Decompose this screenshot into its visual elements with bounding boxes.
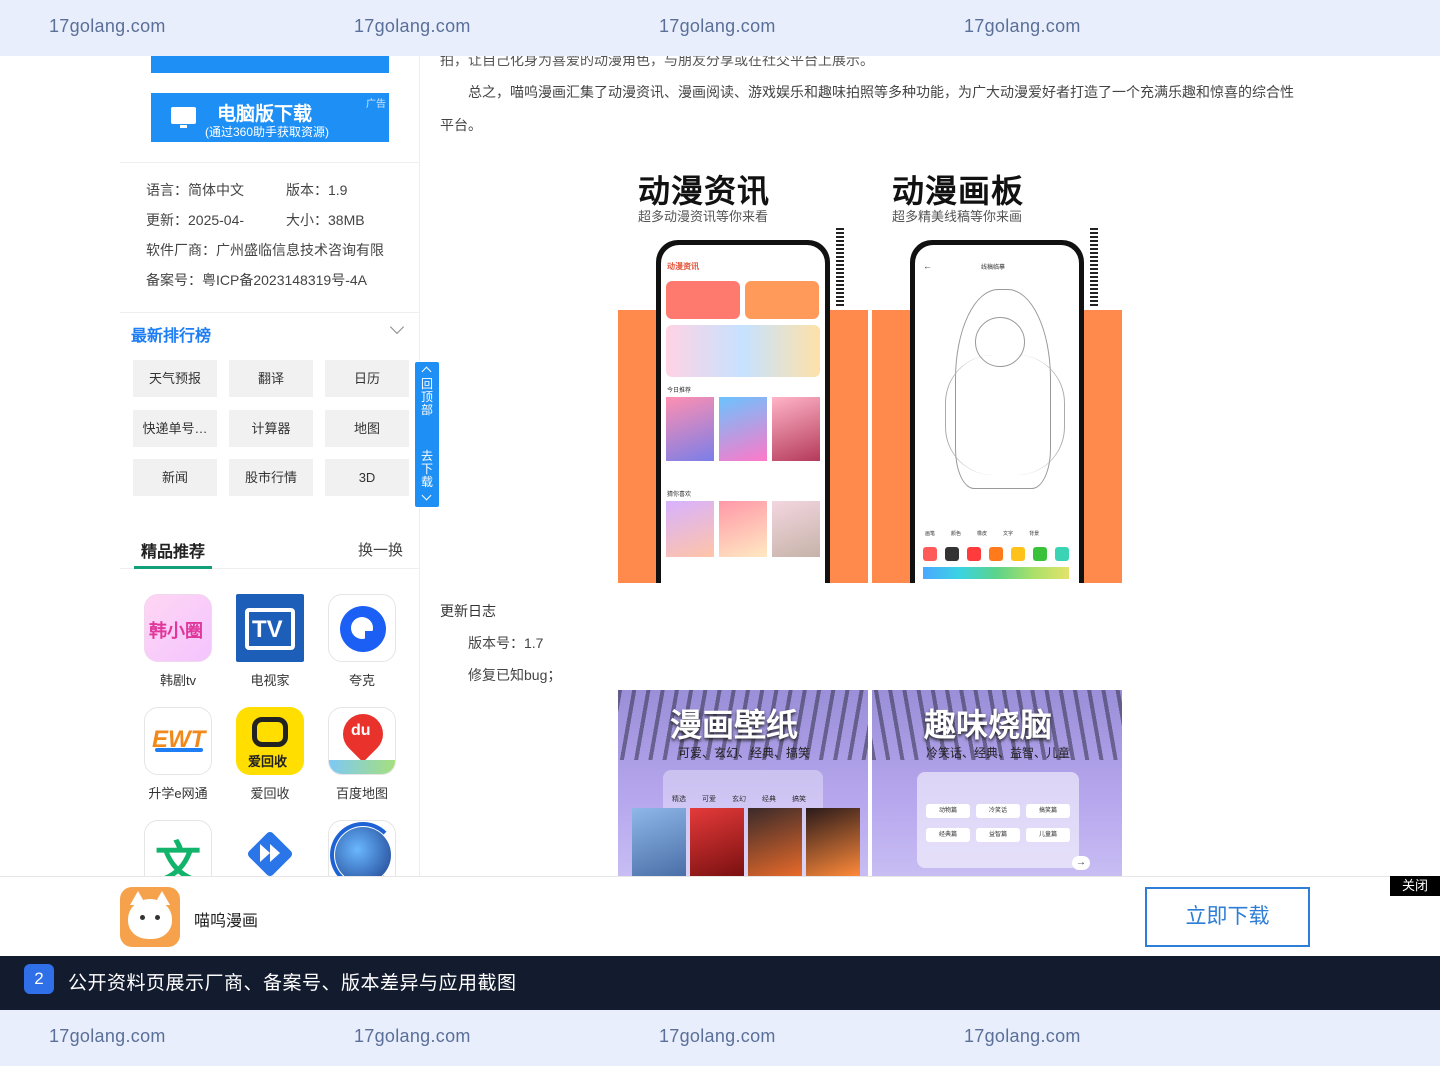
app-name: 电视家 (250, 673, 290, 688)
changelog-version: 版本号：1.7 (468, 635, 544, 651)
chevron-down-icon (421, 490, 432, 501)
divider (120, 162, 419, 163)
tv-icon: TV (236, 594, 304, 662)
caption-number: 2 (24, 964, 54, 994)
summary-paragraph: 总之，喵呜漫画汇集了动漫资讯、漫画阅读、游戏娱乐和趣味拍照等多种功能，为广大动漫… (468, 84, 1294, 100)
bottom-download-bar: 喵呜漫画 立即下载 (0, 876, 1440, 956)
monitor-icon (171, 107, 196, 128)
hanxiaoquan-icon: 韩小圈 (144, 594, 212, 662)
watermark-text: 17golang.com (354, 1026, 471, 1046)
watermark-text: 17golang.com (659, 16, 776, 36)
download-now-button[interactable]: 立即下载 (1145, 887, 1310, 947)
ranking-tag[interactable]: 3D (325, 459, 409, 496)
ranking-tag[interactable]: 日历 (325, 360, 409, 397)
ewt-icon: EWT (144, 707, 212, 775)
ranking-tag[interactable]: 计算器 (229, 410, 313, 447)
caption-text: 公开资料页展示厂商、备案号、版本差异与应用截图 (68, 973, 517, 994)
app-item[interactable]: 文 (138, 820, 218, 876)
watermark-text: 17golang.com (49, 1026, 166, 1046)
app-item[interactable]: TV 电视家 (230, 594, 310, 689)
globe-icon (328, 820, 396, 876)
ranking-title: 最新排行榜 (131, 328, 212, 345)
info-version: 版本：1.9 (286, 182, 348, 198)
app-name: 爱回收 (250, 786, 290, 801)
ranking-tag[interactable]: 股市行情 (229, 459, 313, 496)
back-to-top-label[interactable]: 回顶部 (421, 378, 433, 417)
chevron-down-icon[interactable] (389, 319, 405, 335)
chevron-up-icon (421, 366, 432, 377)
featured-title[interactable]: 精品推荐 (141, 538, 205, 562)
go-download-label[interactable]: 去下载 (421, 450, 433, 489)
app-item[interactable]: du 百度地图 (322, 707, 402, 802)
aihuishou-icon: 爱回收 (236, 707, 304, 775)
active-tab-underline (134, 566, 212, 569)
app-name: 喵呜漫画 (194, 913, 259, 930)
ad-label: 广告 (366, 99, 386, 110)
info-updated: 更新：2025-04- (146, 212, 245, 228)
watermark-bar-top: 17golang.com 17golang.com 17golang.com 1… (0, 0, 1440, 56)
fast-forward-icon (236, 820, 304, 876)
baidu-map-icon: du (328, 707, 396, 775)
pc-download-button[interactable]: 电脑版下载 (通过360助手获取资源) 广告 (151, 93, 389, 142)
app-item[interactable]: EWT 升学e网通 (138, 707, 218, 802)
drawing-tools: 画笔 颜色 橡皮 文字 背景 (925, 531, 1040, 537)
changelog-title: 更新日志 (440, 603, 496, 619)
app-screenshot-wallpaper[interactable]: 漫画壁纸 可爱、玄幻、经典、搞笑 精选 可爱 玄幻 经典 搞笑 (618, 690, 868, 876)
pc-download-title: 电脑版下载 (217, 104, 313, 125)
summary-paragraph-cont: 平台。 (440, 117, 482, 133)
app-item[interactable]: 韩小圈 韩剧tv (138, 594, 218, 689)
app-name: 升学e网通 (148, 786, 208, 801)
ranking-tag[interactable]: 地图 (325, 410, 409, 447)
app-name: 夸克 (348, 673, 375, 688)
app-screenshot-drawing[interactable]: 动漫画板 超多精美线稿等你来画 ← 线稿临摹 画笔 颜色 橡皮 文字 背景 (872, 160, 1122, 583)
back-to-top-float[interactable]: 回顶部 去下载 (415, 362, 439, 507)
info-icp: 备案号：粤ICP备2023148319号-4A (146, 272, 367, 288)
close-button[interactable]: 关闭 (1390, 876, 1440, 896)
pc-download-subtitle: (通过360助手获取资源) (205, 125, 330, 139)
ranking-tag[interactable]: 新闻 (133, 459, 217, 496)
app-item[interactable] (322, 820, 402, 876)
watermark-text: 17golang.com (964, 16, 1081, 36)
ranking-tag[interactable]: 翻译 (229, 360, 313, 397)
watermark-bar-bottom: 17golang.com 17golang.com 17golang.com 1… (0, 1010, 1440, 1066)
changelog-note: 修复已知bug； (468, 667, 562, 683)
app-screenshot-news[interactable]: 动漫资讯 超多动漫资讯等你来看 动漫资讯 今日推荐 猜你喜欢 (618, 160, 868, 583)
app-item[interactable] (230, 820, 310, 876)
sidebar: 电脑版下载 (通过360助手获取资源) 广告 语言：简体中文 版本：1.9 更新… (120, 56, 420, 876)
switch-button[interactable]: 换一换 (358, 539, 403, 560)
info-size: 大小：38MB (286, 212, 365, 228)
watermark-text: 17golang.com (49, 16, 166, 36)
watermark-text: 17golang.com (354, 16, 471, 36)
app-name: 韩剧tv (159, 673, 197, 688)
app-item[interactable]: 爱回收 爱回收 (230, 707, 310, 802)
info-language: 语言：简体中文 (146, 182, 244, 198)
watermark-text: 17golang.com (659, 1026, 776, 1046)
ranking-tag[interactable]: 天气预报 (133, 360, 217, 397)
ranking-tag[interactable]: 快递单号… (133, 410, 217, 447)
wen-icon: 文 (144, 820, 212, 876)
download-button-partial[interactable] (151, 56, 389, 73)
divider (120, 312, 419, 313)
watermark-text: 17golang.com (964, 1026, 1081, 1046)
app-item[interactable]: 夸克 (322, 594, 402, 689)
app-screenshot-puzzle[interactable]: 趣味烧脑 冷笑话、经典、益智、儿童 动物篇 冷笑话 搞笑篇 经典篇 益智篇 儿童… (872, 690, 1122, 876)
app-icon-miaowu (120, 887, 180, 947)
quark-icon (328, 594, 396, 662)
info-vendor: 软件厂商：广州盛临信息技术咨询有限 (146, 242, 384, 258)
caption-bar: 2 公开资料页展示厂商、备案号、版本差异与应用截图 (0, 956, 1440, 1010)
app-name: 百度地图 (335, 786, 388, 801)
